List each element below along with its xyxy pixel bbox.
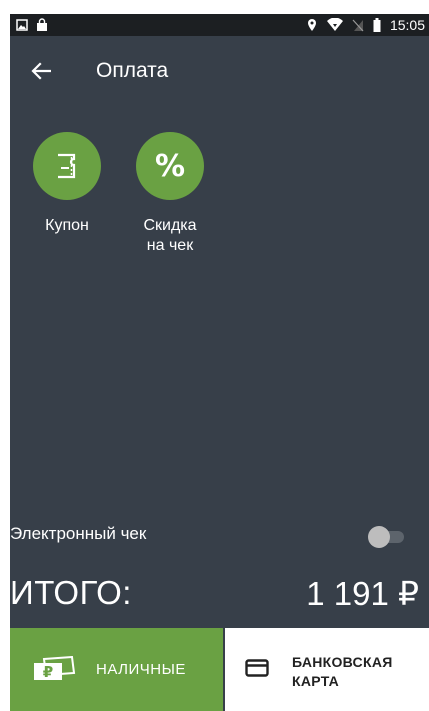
status-time: 15:05	[389, 17, 425, 33]
cash-payment-button[interactable]: ₽ НАЛИЧНЫЕ	[10, 628, 223, 711]
location-icon	[306, 18, 318, 32]
back-button[interactable]	[28, 58, 54, 84]
credit-card-icon	[245, 659, 269, 677]
card-payment-button[interactable]: БАНКОВСКАЯ КАРТА	[225, 628, 429, 711]
percent-icon: %	[154, 148, 186, 184]
total-label: ИТОГО:	[10, 574, 132, 611]
payment-screen: 15:05 Оплата Купон % Скидка на чек Элект…	[10, 14, 429, 711]
no-sim-icon	[352, 18, 364, 32]
page-title: Оплата	[96, 59, 169, 82]
status-bar: 15:05	[10, 14, 429, 36]
cash-label: НАЛИЧНЫЕ	[96, 661, 186, 678]
discount-label: Скидка на чек	[143, 217, 197, 254]
shopping-bag-icon	[36, 18, 48, 32]
wifi-icon	[326, 17, 343, 32]
image-icon	[16, 18, 28, 32]
cash-icon: ₽	[34, 656, 76, 681]
app-bar: Оплата	[10, 50, 429, 90]
coupon-circle	[33, 132, 101, 200]
total-amount: 1 191 ₽	[306, 575, 419, 612]
discount-circle: %	[136, 132, 204, 200]
coupon-label: Купон	[45, 217, 89, 234]
coupon-button[interactable]: Купон	[12, 132, 122, 236]
receipt-discount-button[interactable]: % Скидка на чек	[115, 132, 225, 256]
coupon-icon	[58, 153, 76, 179]
svg-text:₽: ₽	[43, 663, 53, 681]
toggle-thumb	[368, 526, 390, 548]
arrow-left-icon	[31, 62, 51, 80]
battery-icon	[373, 18, 381, 32]
card-label: БАНКОВСКАЯ КАРТА	[292, 654, 393, 689]
ereceipt-label: Электронный чек	[10, 524, 147, 543]
ereceipt-toggle[interactable]	[366, 526, 406, 548]
